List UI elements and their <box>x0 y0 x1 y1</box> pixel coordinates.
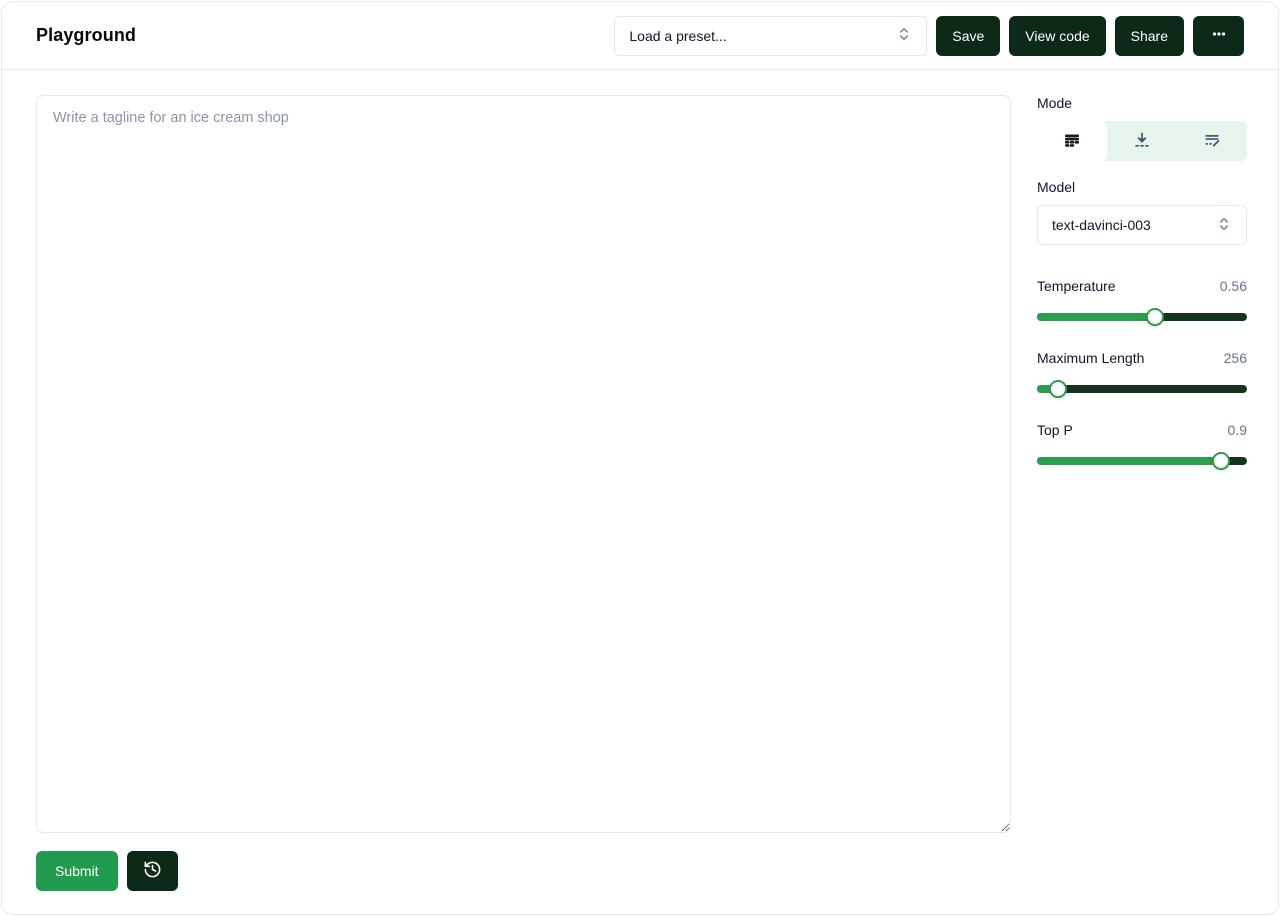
maximum-length-slider-thumb[interactable] <box>1049 380 1067 398</box>
top-p-slider-thumb[interactable] <box>1212 452 1230 470</box>
temperature-slider[interactable] <box>1037 308 1247 326</box>
param-temperature: Temperature 0.56 <box>1037 278 1247 326</box>
header-actions: Load a preset... Save View code Share <box>614 16 1244 56</box>
load-preset-select[interactable]: Load a preset... <box>614 16 927 56</box>
chevrons-up-down-icon <box>896 26 912 45</box>
complete-mode-icon <box>1063 131 1081 152</box>
maximum-length-value: 256 <box>1224 350 1247 366</box>
slider-track <box>1037 313 1247 321</box>
more-ellipsis-icon <box>1211 26 1227 45</box>
header: Playground Load a preset... Save View co… <box>2 2 1278 70</box>
editor-panel: Submit <box>36 95 1011 914</box>
temperature-slider-thumb[interactable] <box>1146 308 1164 326</box>
share-button[interactable]: Share <box>1115 16 1184 56</box>
top-p-label: Top P <box>1037 422 1073 438</box>
param-top-p: Top P 0.9 <box>1037 422 1247 470</box>
mode-label: Mode <box>1037 95 1247 111</box>
slider-fill <box>1037 457 1221 465</box>
content: Submit Mode <box>2 70 1278 914</box>
view-code-button[interactable]: View code <box>1009 16 1105 56</box>
mode-insert-toggle[interactable] <box>1107 121 1177 161</box>
history-button[interactable] <box>127 851 178 891</box>
maximum-length-slider[interactable] <box>1037 380 1247 398</box>
save-button[interactable]: Save <box>936 16 1000 56</box>
chevrons-up-down-icon <box>1216 216 1232 235</box>
model-select-value: text-davinci-003 <box>1052 217 1151 233</box>
mode-toggle-group <box>1037 121 1247 161</box>
settings-sidebar: Mode <box>1037 95 1247 914</box>
playground-app: Playground Load a preset... Save View co… <box>1 1 1279 915</box>
insert-mode-icon <box>1133 131 1151 152</box>
page-title: Playground <box>36 25 136 46</box>
history-icon <box>143 860 162 882</box>
param-head: Top P 0.9 <box>1037 422 1247 438</box>
temperature-label: Temperature <box>1037 278 1116 294</box>
submit-button[interactable]: Submit <box>36 851 118 891</box>
model-select[interactable]: text-davinci-003 <box>1037 205 1247 245</box>
param-head: Temperature 0.56 <box>1037 278 1247 294</box>
top-p-value: 0.9 <box>1228 422 1247 438</box>
model-label: Model <box>1037 179 1247 195</box>
temperature-value: 0.56 <box>1220 278 1247 294</box>
maximum-length-label: Maximum Length <box>1037 350 1144 366</box>
top-p-slider[interactable] <box>1037 452 1247 470</box>
more-button[interactable] <box>1193 16 1244 56</box>
editor-actions: Submit <box>36 851 1011 891</box>
load-preset-value: Load a preset... <box>629 28 726 44</box>
param-maximum-length: Maximum Length 256 <box>1037 350 1247 398</box>
edit-mode-icon <box>1203 131 1221 152</box>
mode-edit-toggle[interactable] <box>1177 121 1247 161</box>
prompt-textarea[interactable] <box>36 95 1011 833</box>
mode-complete-toggle[interactable] <box>1037 121 1107 161</box>
slider-track <box>1037 385 1247 393</box>
param-head: Maximum Length 256 <box>1037 350 1247 366</box>
slider-fill <box>1037 313 1155 321</box>
